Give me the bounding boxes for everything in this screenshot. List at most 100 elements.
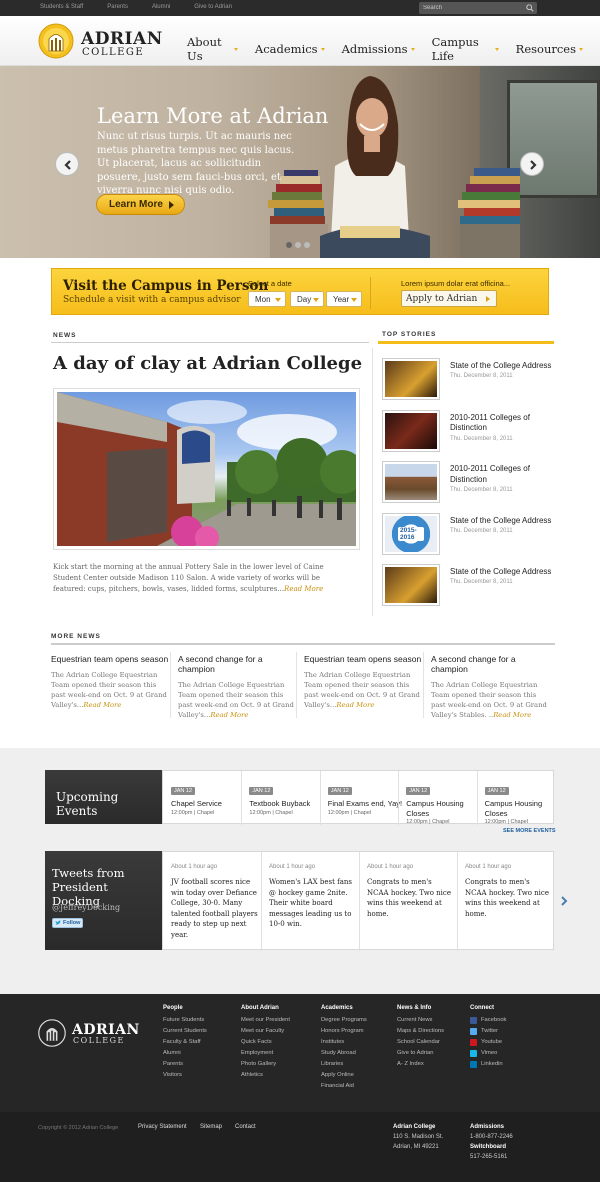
footer-link[interactable]: School Calendar <box>397 1037 444 1048</box>
footer-link[interactable]: Future Students <box>163 1015 207 1026</box>
footer-link[interactable]: Maps & Directions <box>397 1026 444 1037</box>
story-title[interactable]: State of the College Address <box>450 516 558 527</box>
event-item[interactable]: JAN 12 Chapel Service 12:00pm | Chapel <box>171 779 247 816</box>
read-more-link[interactable]: Read More <box>210 711 248 719</box>
footer-link[interactable]: Vimeo <box>470 1048 506 1059</box>
footer-link[interactable]: Youtube <box>470 1037 506 1048</box>
story-thumbnail[interactable] <box>382 358 440 400</box>
event-title[interactable]: Final Exams end, Yay! <box>328 799 404 809</box>
story-title[interactable]: 2010-2011 Colleges of Distinction <box>450 464 558 485</box>
footer-link[interactable]: A- Z Index <box>397 1059 444 1070</box>
story-title[interactable]: State of the College Address <box>450 567 558 578</box>
nav-resources[interactable]: Resources <box>516 35 583 63</box>
footer-link[interactable]: Photo Gallery <box>241 1059 290 1070</box>
top-story-item[interactable]: State of the College Address Thu. Decembe… <box>382 564 552 608</box>
footer-link[interactable]: Current Students <box>163 1026 207 1037</box>
footer-link[interactable]: Apply Online <box>321 1070 367 1081</box>
nav-admissions[interactable]: Admissions <box>342 35 415 63</box>
footer-link[interactable]: Libraries <box>321 1059 367 1070</box>
story-thumbnail[interactable]: 2015-2016 <box>382 512 440 555</box>
nav-academics[interactable]: Academics <box>255 35 325 63</box>
event-item[interactable]: JAN 12 Campus Housing Closes 12:00pm | Cha… <box>484 779 561 825</box>
event-item[interactable]: JAN 12 Final Exams end, Yay! 12:00pm | Cha… <box>327 779 404 816</box>
footer-column-heading: People <box>163 1005 183 1011</box>
month-select[interactable]: Mon <box>248 291 286 307</box>
footer-link[interactable]: Honors Program <box>321 1026 367 1037</box>
footer-link[interactable]: Linkedin <box>470 1059 506 1070</box>
utility-link-parents[interactable]: Parents <box>107 4 128 10</box>
more-news-title[interactable]: A second change for a champion <box>178 654 298 674</box>
see-more-events-link[interactable]: SEE MORE EVENTS <box>503 828 556 834</box>
footer-link[interactable]: Degree Programs <box>321 1015 367 1026</box>
event-title[interactable]: Chapel Service <box>171 799 247 809</box>
slider-dot[interactable] <box>295 242 301 248</box>
slider-dot[interactable] <box>304 242 310 248</box>
learn-more-button[interactable]: Learn More <box>96 194 185 215</box>
nav-campus-life[interactable]: Campus Life <box>432 35 499 63</box>
top-story-item[interactable]: 2015-2016 State of the College Address Thu… <box>382 512 552 557</box>
footer-link[interactable]: Quick Facts <box>241 1037 290 1048</box>
slider-next-button[interactable] <box>520 152 544 176</box>
read-more-link[interactable]: Read More <box>83 701 121 709</box>
sitemap-link[interactable]: Sitemap <box>200 1124 222 1130</box>
search-icon[interactable] <box>526 4 534 12</box>
story-title[interactable]: State of the College Address <box>450 361 558 372</box>
twitter-icon <box>470 1028 477 1035</box>
story-thumbnail[interactable] <box>382 409 440 452</box>
utility-link-alumni[interactable]: Alumni <box>152 4 170 10</box>
more-news-title[interactable]: Equestrian team opens season <box>304 654 424 664</box>
year-select[interactable]: Year <box>326 291 362 307</box>
more-news-title[interactable]: A second change for a champion <box>431 654 551 674</box>
footer-link-label: Current News <box>397 1017 433 1023</box>
event-item[interactable]: JAN 12 Textbook Buyback 12:00pm | Chapel <box>249 779 325 816</box>
nav-about-us[interactable]: About Us <box>187 35 238 63</box>
apply-button[interactable]: Apply to Adrian <box>401 290 497 307</box>
search-input[interactable] <box>423 3 523 13</box>
footer-link[interactable]: Financial Aid <box>321 1081 367 1092</box>
tweets-next-arrow-icon[interactable] <box>560 896 568 906</box>
news-headline[interactable]: A day of clay at Adrian College <box>53 353 362 374</box>
contact-link[interactable]: Contact <box>235 1124 256 1130</box>
divider <box>319 771 321 825</box>
top-story-item[interactable]: State of the College Address Thu. Decembe… <box>382 358 552 402</box>
read-more-link[interactable]: Read More <box>493 711 531 719</box>
top-story-item[interactable]: 2010-2011 Colleges of Distinction Thu. De… <box>382 409 552 454</box>
divider <box>241 771 243 825</box>
footer-link[interactable]: Visitors <box>163 1070 207 1081</box>
event-title[interactable]: Campus Housing Closes <box>485 799 561 818</box>
footer-link[interactable]: Parents <box>163 1059 207 1070</box>
story-title[interactable]: 2010-2011 Colleges of Distinction <box>450 413 558 434</box>
footer-link[interactable]: Current News <box>397 1015 444 1026</box>
news-image[interactable] <box>53 388 360 550</box>
site-logo[interactable]: ADRIAN COLLEGE <box>38 23 162 61</box>
story-badge-text: 2015-2016 <box>398 526 424 541</box>
footer-link[interactable]: Meet our Faculty <box>241 1026 290 1037</box>
story-thumbnail[interactable] <box>382 564 440 606</box>
utility-link-students-staff[interactable]: Students & Staff <box>40 4 83 10</box>
day-select[interactable]: Day <box>290 291 324 307</box>
privacy-link[interactable]: Privacy Statement <box>138 1124 187 1130</box>
event-title[interactable]: Textbook Buyback <box>249 799 325 809</box>
footer-link[interactable]: Faculty & Staff <box>163 1037 207 1048</box>
utility-link-give[interactable]: Give to Adrian <box>194 4 232 10</box>
slider-dot[interactable] <box>286 242 292 248</box>
story-thumbnail[interactable] <box>382 461 440 503</box>
read-more-link[interactable]: Read More <box>336 701 374 709</box>
top-story-item[interactable]: 2010-2011 Colleges of Distinction Thu. De… <box>382 461 552 505</box>
more-news-title[interactable]: Equestrian team opens season <box>51 654 171 664</box>
footer-link[interactable]: Institutes <box>321 1037 367 1048</box>
footer-link[interactable]: Study Abroad <box>321 1048 367 1059</box>
read-more-link[interactable]: Read More <box>284 585 323 593</box>
event-item[interactable]: JAN 12 Campus Housing Closes 12:00pm | Cha… <box>406 779 482 825</box>
footer-link[interactable]: Twitter <box>470 1026 506 1037</box>
footer-link[interactable]: Employment <box>241 1048 290 1059</box>
footer-link[interactable]: Alumni <box>163 1048 207 1059</box>
footer-link[interactable]: Facebook <box>470 1015 506 1026</box>
event-title[interactable]: Campus Housing Closes <box>406 799 482 818</box>
footer-link[interactable]: Meet our President <box>241 1015 290 1026</box>
slider-prev-button[interactable] <box>55 152 79 176</box>
footer-link-label: Facebook <box>481 1017 507 1023</box>
follow-button[interactable]: Follow <box>52 918 83 928</box>
footer-link[interactable]: Give to Adrian <box>397 1048 444 1059</box>
footer-link[interactable]: Athletics <box>241 1070 290 1081</box>
